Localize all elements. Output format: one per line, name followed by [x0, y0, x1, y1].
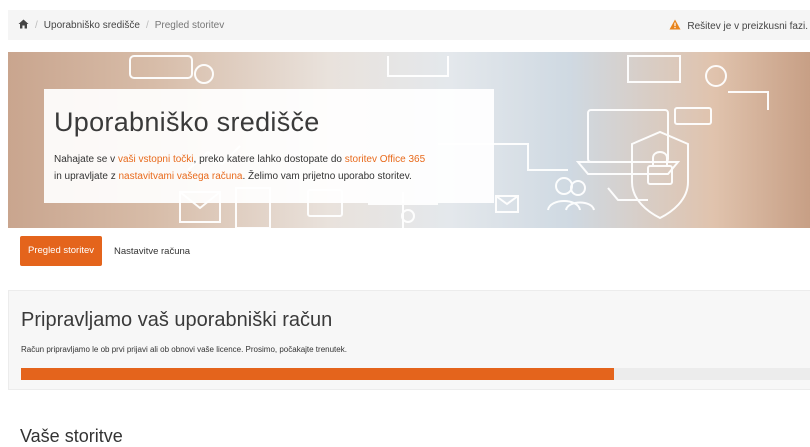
account-setup-panel: Pripravljamo vaš uporabniški račun Račun…: [8, 290, 810, 390]
home-icon[interactable]: [18, 19, 29, 32]
tab-bar: Pregled storitev Nastavitve računa: [20, 236, 190, 266]
breadcrumb-separator: /: [145, 20, 149, 31]
progress-bar-fill: [21, 368, 614, 380]
panel-title: Pripravljamo vaš uporabniški račun: [21, 309, 333, 331]
tab-services-overview[interactable]: Pregled storitev: [20, 236, 103, 266]
status-text: Rešitev je v preizkusni fazi.: [687, 20, 808, 32]
breadcrumb: / Uporabniško središče / Pregled storite…: [18, 19, 224, 32]
office365-services-link[interactable]: storitev Office 365: [345, 154, 425, 165]
hero-title: Uporabniško središče: [54, 107, 320, 137]
entry-point-link[interactable]: vaši vstopni točki: [118, 154, 194, 165]
hero-text-part: in upravljate z: [54, 171, 119, 182]
hero-text-part: Nahajate se v: [54, 154, 118, 165]
hero-text-part: , preko katere lahko dostopate do: [193, 154, 345, 165]
account-settings-link[interactable]: nastavitvami vašega računa: [118, 171, 242, 182]
breadcrumb-separator: /: [35, 20, 38, 31]
hero-banner: Uporabniško središče Nahajate se v vaši …: [8, 52, 810, 228]
tab-account-settings[interactable]: Nastavitve računa: [114, 246, 190, 257]
top-bar: / Uporabniško središče / Pregled storite…: [8, 10, 810, 40]
breadcrumb-item-user-center[interactable]: Uporabniško središče: [44, 20, 140, 31]
status-notice: Rešitev je v preizkusni fazi.: [669, 19, 808, 33]
services-heading: Vaše storitve: [20, 426, 123, 446]
breadcrumb-item-services-overview: Pregled storitev: [154, 20, 225, 31]
warning-icon: [669, 19, 681, 33]
progress-bar: [21, 368, 810, 380]
hero-text-part: . Želimo vam prijetno uporabo storitev.: [242, 171, 412, 182]
hero-description: Nahajate se v vaši vstopni točki, preko …: [54, 151, 486, 185]
hero-card: Uporabniško središče Nahajate se v vaši …: [44, 89, 494, 203]
panel-description: Račun pripravljamo le ob prvi prijavi al…: [21, 345, 347, 354]
